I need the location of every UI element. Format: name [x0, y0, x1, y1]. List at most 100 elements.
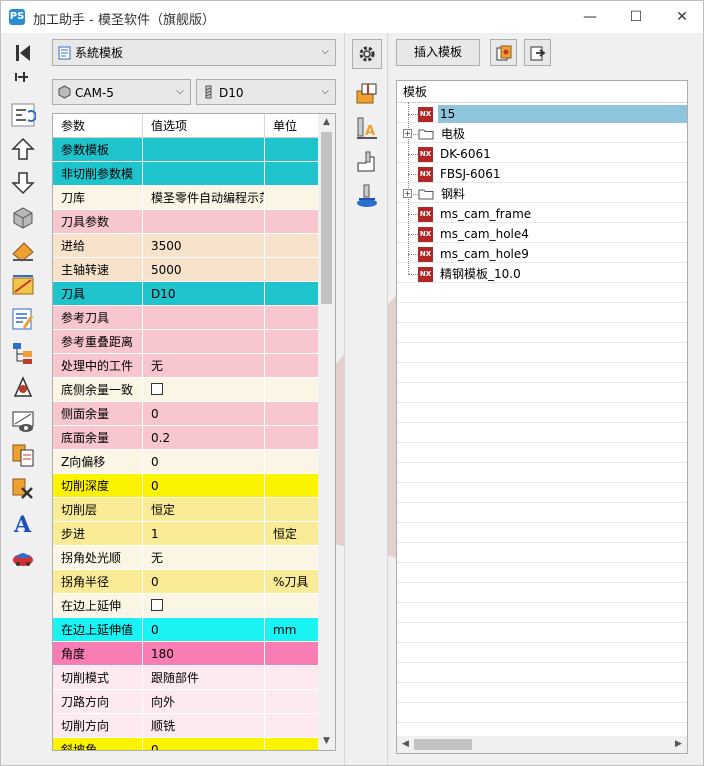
tree-node[interactable]: NX FBSJ-6061: [397, 164, 687, 184]
param-checkbox-cell[interactable]: [143, 378, 265, 402]
grid-scrollbar[interactable]: ▲ ▼: [318, 114, 335, 750]
table-row[interactable]: 切削模式 跟随部件: [53, 666, 319, 690]
expand-icon[interactable]: +: [403, 189, 412, 198]
table-row[interactable]: 进给 3500: [53, 234, 319, 258]
param-unit[interactable]: [265, 594, 319, 618]
tree-node[interactable]: NX ms_cam_frame: [397, 204, 687, 224]
param-value[interactable]: [143, 210, 265, 234]
table-row[interactable]: 侧面余量 0: [53, 402, 319, 426]
swap-icon[interactable]: [9, 101, 37, 129]
tree-node[interactable]: NX ms_cam_hole9: [397, 244, 687, 264]
param-unit[interactable]: [265, 330, 319, 354]
tree-node[interactable]: NX 精钢模板_10.0: [397, 264, 687, 284]
param-unit[interactable]: [265, 186, 319, 210]
param-value[interactable]: 向外: [143, 690, 265, 714]
tool-text-icon[interactable]: A: [352, 113, 382, 143]
table-row[interactable]: 斜坡角 0: [53, 738, 319, 750]
table-row[interactable]: 参数模板: [53, 138, 319, 162]
tree-horizontal-scrollbar[interactable]: ◀ ▶: [397, 736, 687, 753]
delete-tool-icon[interactable]: [9, 475, 37, 503]
template-select[interactable]: 系統模板 ⌵: [52, 39, 336, 66]
table-row[interactable]: 切削层 恒定: [53, 498, 319, 522]
param-unit[interactable]: [265, 138, 319, 162]
param-value[interactable]: 0: [143, 618, 265, 642]
table-row[interactable]: 主轴转速 5000: [53, 258, 319, 282]
tree-node[interactable]: + 电极: [397, 124, 687, 144]
list-edit-icon[interactable]: [9, 305, 37, 333]
pin-icon[interactable]: [9, 67, 37, 87]
param-unit[interactable]: [265, 282, 319, 306]
transform-icon[interactable]: [9, 271, 37, 299]
param-value[interactable]: [143, 162, 265, 186]
param-unit[interactable]: [265, 162, 319, 186]
table-row[interactable]: Z向偏移 0: [53, 450, 319, 474]
param-unit[interactable]: [265, 474, 319, 498]
table-row[interactable]: 刀路方向 向外: [53, 690, 319, 714]
table-row[interactable]: 步进 1 恒定: [53, 522, 319, 546]
table-row[interactable]: 参考刀具: [53, 306, 319, 330]
param-unit[interactable]: [265, 306, 319, 330]
column-header-param[interactable]: 参数: [53, 114, 143, 138]
param-value[interactable]: 180: [143, 642, 265, 666]
table-row[interactable]: 切削方向 顺铣: [53, 714, 319, 738]
param-value[interactable]: 3500: [143, 234, 265, 258]
param-unit[interactable]: mm: [265, 618, 319, 642]
table-row[interactable]: 刀库 模圣零件自动编程示范: [53, 186, 319, 210]
param-value[interactable]: 顺铣: [143, 714, 265, 738]
step-icon[interactable]: [352, 147, 382, 177]
eraser-icon[interactable]: [9, 237, 37, 265]
param-value[interactable]: 0: [143, 474, 265, 498]
checkbox[interactable]: [151, 599, 163, 611]
table-row[interactable]: 非切削参数模: [53, 162, 319, 186]
scroll-up-icon[interactable]: ▲: [318, 114, 335, 131]
part-icon[interactable]: [9, 203, 37, 231]
tree-node[interactable]: + 钢料: [397, 184, 687, 204]
table-row[interactable]: 切削深度 0: [53, 474, 319, 498]
scroll-right-icon[interactable]: ▶: [670, 736, 687, 753]
param-unit[interactable]: [265, 546, 319, 570]
param-unit[interactable]: %刀具: [265, 570, 319, 594]
cam-select[interactable]: CAM-5 ⌵: [52, 79, 191, 105]
insert-template-button[interactable]: 插入模板: [396, 39, 480, 66]
param-value[interactable]: D10: [143, 282, 265, 306]
table-row[interactable]: 参考重叠距离: [53, 330, 319, 354]
param-value[interactable]: 0.2: [143, 426, 265, 450]
param-value[interactable]: 5000: [143, 258, 265, 282]
tree-node[interactable]: NX DK-6061: [397, 144, 687, 164]
export-down-icon[interactable]: [352, 181, 382, 211]
hierarchy-icon[interactable]: [9, 339, 37, 367]
scroll-left-icon[interactable]: ◀: [397, 736, 414, 753]
table-row[interactable]: 底侧余量一致: [53, 378, 319, 402]
column-header-unit[interactable]: 单位: [265, 114, 319, 138]
param-unit[interactable]: [265, 498, 319, 522]
param-unit[interactable]: [265, 210, 319, 234]
table-row[interactable]: 在边上延伸: [53, 594, 319, 618]
table-row[interactable]: 角度 180: [53, 642, 319, 666]
move-down-icon[interactable]: [9, 169, 37, 197]
stack-icon[interactable]: [352, 79, 382, 109]
param-unit[interactable]: [265, 738, 319, 750]
param-value[interactable]: 0: [143, 450, 265, 474]
settings-icon[interactable]: [352, 39, 382, 69]
scroll-thumb[interactable]: [414, 739, 472, 750]
view-icon[interactable]: [9, 407, 37, 435]
param-value[interactable]: [143, 330, 265, 354]
first-icon[interactable]: [9, 39, 37, 67]
scroll-down-icon[interactable]: ▼: [318, 733, 335, 750]
param-unit[interactable]: [265, 642, 319, 666]
close-button[interactable]: ✕: [659, 1, 703, 33]
tree-node[interactable]: NX ms_cam_hole4: [397, 224, 687, 244]
param-unit[interactable]: [265, 666, 319, 690]
param-unit[interactable]: [265, 714, 319, 738]
param-unit[interactable]: [265, 426, 319, 450]
param-value[interactable]: 无: [143, 354, 265, 378]
param-unit[interactable]: [265, 234, 319, 258]
tool-select[interactable]: D10 ⌵: [196, 79, 336, 105]
scroll-thumb[interactable]: [321, 132, 332, 304]
param-unit[interactable]: 恒定: [265, 522, 319, 546]
param-unit[interactable]: [265, 378, 319, 402]
table-row[interactable]: 在边上延伸值 0 mm: [53, 618, 319, 642]
table-row[interactable]: 底面余量 0.2: [53, 426, 319, 450]
param-unit[interactable]: [265, 450, 319, 474]
param-value[interactable]: 0: [143, 738, 265, 750]
